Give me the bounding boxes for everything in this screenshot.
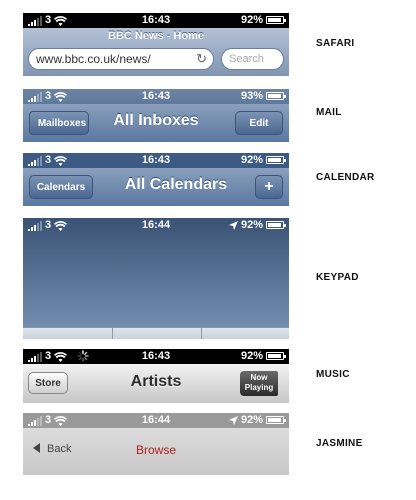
safari-panel: 3 16:43 92% BBC News - Home www.bbc.co.u… (23, 13, 289, 76)
location-arrow-icon (228, 220, 238, 230)
music-nav-bar: Store Artists Now Playing (23, 364, 289, 403)
battery-indicator: 92% (240, 14, 286, 26)
music-panel: 3 16:43 92% Store Artists Now Playing (23, 349, 289, 403)
reload-icon[interactable]: ↻ (196, 49, 207, 69)
calendar-nav-bar: Calendars All Calendars + (23, 168, 289, 206)
status-bar: 3 16:44 92% (23, 413, 289, 428)
add-button[interactable]: + (255, 175, 283, 199)
label-safari: SAFARI (316, 38, 355, 49)
label-calendar: CALENDAR (316, 172, 375, 183)
battery-percent: 92% (240, 219, 263, 231)
battery-icon (266, 92, 286, 100)
battery-percent: 92% (240, 414, 263, 426)
jasmine-panel: 3 16:44 92% Back Browse (23, 413, 289, 475)
page-title: BBC News - Home (108, 30, 204, 42)
url-text: www.bbc.co.uk/news/ (36, 52, 151, 66)
battery-icon (266, 221, 286, 229)
mail-panel: 3 16:43 93% Mailboxes All Inboxes Edit (23, 89, 289, 142)
battery-indicator: 93% (240, 90, 286, 102)
label-keypad: KEYPAD (316, 272, 359, 283)
edit-button[interactable]: Edit (235, 111, 283, 135)
status-bar: 3 16:43 92% (23, 153, 289, 168)
now-playing-button[interactable]: Now Playing (240, 371, 278, 396)
calendar-panel: 3 16:43 92% Calendars All Calendars + (23, 153, 289, 206)
location-arrow-icon (228, 415, 238, 425)
keypad-tab-strip (23, 327, 289, 339)
search-field[interactable]: Search (221, 48, 284, 70)
battery-indicator: 92% (240, 154, 286, 166)
label-music: MUSIC (316, 369, 350, 380)
now-playing-line2: Playing (244, 383, 274, 392)
label-mail: MAIL (316, 107, 342, 118)
battery-icon (266, 352, 286, 360)
status-bar: 3 16:43 92% (23, 349, 289, 364)
jasmine-nav-bar: Back Browse (23, 428, 289, 475)
now-playing-line1: Now (250, 373, 268, 382)
status-bar: 3 16:44 92% (23, 218, 289, 233)
battery-indicator: 92% (240, 350, 286, 362)
label-jasmine: JASMINE (316, 438, 363, 449)
battery-percent: 93% (240, 90, 263, 102)
battery-percent: 92% (240, 14, 263, 26)
status-bar: 3 16:43 92% (23, 13, 289, 28)
battery-percent: 92% (240, 350, 263, 362)
battery-icon (266, 156, 286, 164)
battery-percent: 92% (240, 154, 263, 166)
safari-toolbar: BBC News - Home www.bbc.co.uk/news/ ↻ Se… (23, 28, 289, 76)
battery-icon (266, 416, 286, 424)
battery-indicator: 92% (228, 414, 286, 426)
mail-nav-bar: Mailboxes All Inboxes Edit (23, 104, 289, 142)
nav-title: Browse (135, 443, 176, 457)
status-bar: 3 16:43 93% (23, 89, 289, 104)
keypad-panel: 3 16:44 92% (23, 218, 289, 339)
address-field[interactable]: www.bbc.co.uk/news/ ↻ (28, 48, 214, 70)
battery-indicator: 92% (228, 219, 286, 231)
battery-icon (266, 16, 286, 24)
